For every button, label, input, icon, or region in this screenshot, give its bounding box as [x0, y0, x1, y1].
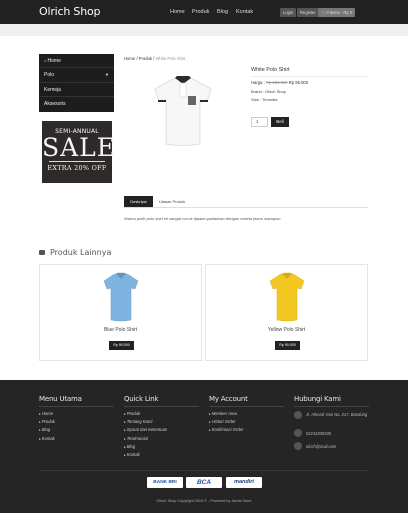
- tabs-divider: [124, 207, 368, 208]
- related-products-title: Produk Lainnya: [50, 248, 112, 257]
- footer-link-blog[interactable]: Blog: [39, 426, 114, 434]
- footer-link-blog[interactable]: Blog: [124, 443, 199, 451]
- banner-line-2: SALE: [42, 133, 117, 162]
- caret-down-icon: ▼: [105, 72, 109, 78]
- tab-ulasan-produk[interactable]: Ulasan Produk: [153, 196, 191, 207]
- breadcrumb-current: White Polo Shirt: [155, 56, 186, 61]
- footer-address: Jl. Ahmad Yani No. 217, Bandung: [306, 412, 368, 417]
- sidebar-item-kemeja[interactable]: Kemeja: [39, 83, 114, 98]
- quantity-input[interactable]: 1: [251, 117, 268, 127]
- bank-bri-logo: BANK BRI: [147, 477, 183, 488]
- footer-divider: [124, 406, 199, 407]
- tab-deskripsi[interactable]: Deskripsi: [124, 196, 153, 207]
- price-old: Rp 105.000: [265, 80, 288, 85]
- product-title: White Polo Shirt: [251, 67, 290, 73]
- product-image[interactable]: [143, 72, 223, 152]
- footer-divider: [39, 470, 369, 471]
- sidebar-item-label: Aksesoris: [44, 101, 66, 108]
- product-card-blue[interactable]: Blue Polo Shirt Rp 90.000: [39, 264, 202, 361]
- nav-link-home[interactable]: Home: [170, 9, 185, 15]
- top-navbar: Olrich Shop Home Produk Blog Kontak Logi…: [0, 0, 408, 24]
- breadcrumb: Home / Produk / White Polo Shirt: [124, 56, 185, 61]
- footer-link-produk[interactable]: Produk: [124, 410, 199, 418]
- footer-contact: Hubungi Kami: [294, 395, 369, 410]
- footer-heading: Quick Link: [124, 395, 159, 403]
- product-card-price: Rp 90.000: [275, 341, 300, 350]
- sidebar-item-polo[interactable]: Polo ▼: [39, 68, 114, 83]
- product-card-name[interactable]: Yellow Polo Shirt: [206, 327, 367, 333]
- register-button[interactable]: Register: [297, 8, 319, 17]
- footer-divider: [209, 406, 284, 407]
- sidebar-item-label: Kemeja: [44, 86, 61, 93]
- footer-menu-utama: Menu Utama Home Produk Blog Kontak: [39, 395, 114, 443]
- email-icon: [294, 442, 302, 450]
- bank-bca-logo: BCA: [186, 477, 222, 488]
- footer-heading: My Account: [209, 395, 248, 403]
- footer-divider: [39, 406, 114, 407]
- footer-heading: Menu Utama: [39, 395, 82, 403]
- title-divider: [251, 76, 368, 77]
- footer-link-konfirmasi[interactable]: Konfirmasi Order: [209, 426, 284, 434]
- footer-heading: Hubungi Kami: [294, 395, 341, 403]
- footer-link-histori[interactable]: Histori Order: [209, 418, 284, 426]
- product-brand: Brand : Olrich Shop: [251, 89, 286, 94]
- product-price: Harga : Rp 105.000 Rp 95.000: [251, 80, 308, 85]
- footer-quick-link: Quick Link Produk Tentang Kami Syarat da…: [124, 395, 199, 459]
- footer-link-produk[interactable]: Produk: [39, 418, 114, 426]
- footer-link-kontak[interactable]: Kontak: [39, 435, 114, 443]
- breadcrumb-home[interactable]: Home: [124, 56, 135, 61]
- product-card-name[interactable]: Blue Polo Shirt: [40, 327, 201, 333]
- cart-button[interactable]: 🛒0 items - Rp 0: [318, 8, 356, 17]
- banner-line-3: EXTRA 20% OFF: [47, 164, 107, 172]
- footer-phone: 02241835535: [306, 431, 332, 436]
- footer-my-account: My Account Member Area Histori Order Kon…: [209, 395, 284, 435]
- sidebar-item-label: Polo: [44, 72, 55, 79]
- product-stock: Stok : Tersedia: [251, 97, 278, 102]
- nav-link-produk[interactable]: Produk: [192, 9, 209, 15]
- nav-link-kontak[interactable]: Kontak: [236, 9, 253, 15]
- sidebar-item-aksesoris[interactable]: Aksesoris: [39, 97, 114, 111]
- footer-link-member[interactable]: Member Area: [209, 410, 284, 418]
- nav-link-blog[interactable]: Blog: [217, 9, 228, 15]
- footer-link-home[interactable]: Home: [39, 410, 114, 418]
- breadcrumb-category[interactable]: Produk: [139, 56, 152, 61]
- location-icon: [294, 411, 302, 419]
- footer-link-tentang[interactable]: Tentang Kami: [124, 418, 199, 426]
- sidebar-item-label: Home: [47, 58, 61, 64]
- gift-icon: [39, 250, 45, 255]
- footer-email[interactable]: olrich@mail.com: [306, 444, 336, 449]
- login-button[interactable]: Login: [280, 8, 297, 17]
- brand-logo[interactable]: Olrich Shop: [39, 5, 100, 18]
- footer-link-testimonial[interactable]: Testimonial: [124, 435, 199, 443]
- bank-mandiri-logo: mandiri: [226, 477, 262, 488]
- product-card-yellow[interactable]: Yellow Polo Shirt Rp 90.000: [205, 264, 368, 361]
- category-menu: ⌂ Home Polo ▼ Kemeja Aksesoris: [39, 54, 114, 112]
- tab-content-text: Warna putih polo shirt ini sangat cocok …: [124, 216, 281, 221]
- product-card-price: Rp 90.000: [109, 341, 134, 350]
- footer-divider: [294, 406, 369, 407]
- footer-link-syarat[interactable]: Syarat dan Ketentuan: [124, 426, 199, 434]
- copyright-text: Olrich Shop Copyright 2015 © - Powered b…: [156, 499, 252, 503]
- related-products-heading: Produk Lainnya: [39, 248, 111, 257]
- footer-link-kontak[interactable]: Kontak: [124, 451, 199, 459]
- price-new: Rp 95.000: [287, 80, 309, 85]
- cart-label: 0 items - Rp 0: [326, 10, 353, 15]
- yellow-polo-image[interactable]: [266, 270, 308, 324]
- phone-icon: [294, 429, 302, 437]
- sale-banner[interactable]: SEMI-ANNUAL SALE EXTRA 20% OFF: [42, 121, 117, 183]
- price-label: Harga :: [251, 80, 266, 85]
- buy-button[interactable]: Beli: [271, 117, 289, 127]
- sidebar-item-home[interactable]: ⌂ Home: [39, 54, 114, 69]
- blue-polo-image[interactable]: [100, 270, 142, 324]
